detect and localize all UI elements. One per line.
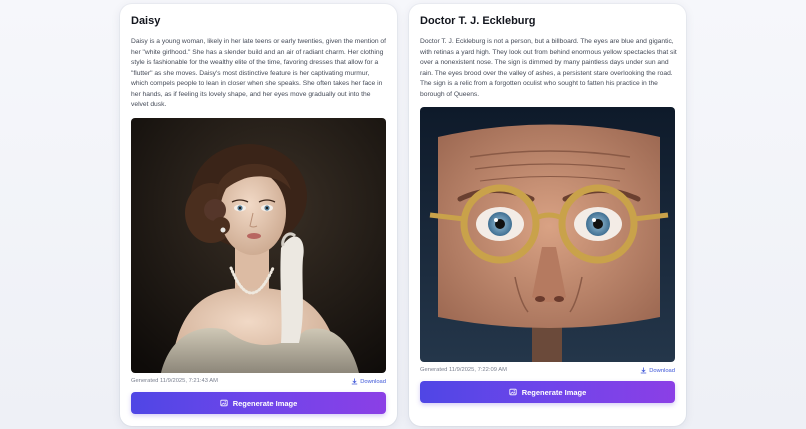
generated-timestamp: Generated 11/9/2025, 7:21:43 AM xyxy=(131,378,218,384)
download-link[interactable]: Download xyxy=(351,378,386,385)
image-icon xyxy=(509,388,517,396)
character-card-daisy: Daisy Daisy is a young woman, likely in … xyxy=(120,4,397,426)
card-title: Doctor T. J. Eckleburg xyxy=(420,15,536,27)
regenerate-label: Regenerate Image xyxy=(521,387,587,397)
card-title: Daisy xyxy=(131,15,161,27)
download-icon xyxy=(640,367,647,374)
image-icon xyxy=(220,399,228,407)
card-description: Daisy is a young woman, likely in her la… xyxy=(131,38,386,108)
download-label: Download xyxy=(649,367,675,374)
regenerate-label: Regenerate Image xyxy=(232,398,298,408)
download-icon xyxy=(351,378,358,385)
card-description: Doctor T. J. Eckleburg is not a person, … xyxy=(420,38,677,98)
daisy-portrait-graphic xyxy=(131,118,386,373)
character-image xyxy=(131,118,386,373)
regenerate-image-button[interactable]: Regenerate Image xyxy=(131,392,386,414)
regenerate-image-button[interactable]: Regenerate Image xyxy=(420,381,675,403)
eckleburg-billboard-graphic xyxy=(420,107,675,362)
generated-timestamp: Generated 11/9/2025, 7:22:09 AM xyxy=(420,367,507,373)
character-image xyxy=(420,107,675,362)
character-card-eckleburg: Doctor T. J. Eckleburg Doctor T. J. Eckl… xyxy=(409,4,686,426)
image-meta-row: Generated 11/9/2025, 7:22:09 AM Download xyxy=(420,366,675,376)
download-link[interactable]: Download xyxy=(640,367,675,374)
download-label: Download xyxy=(360,378,386,385)
image-meta-row: Generated 11/9/2025, 7:21:43 AM Download xyxy=(131,377,386,387)
